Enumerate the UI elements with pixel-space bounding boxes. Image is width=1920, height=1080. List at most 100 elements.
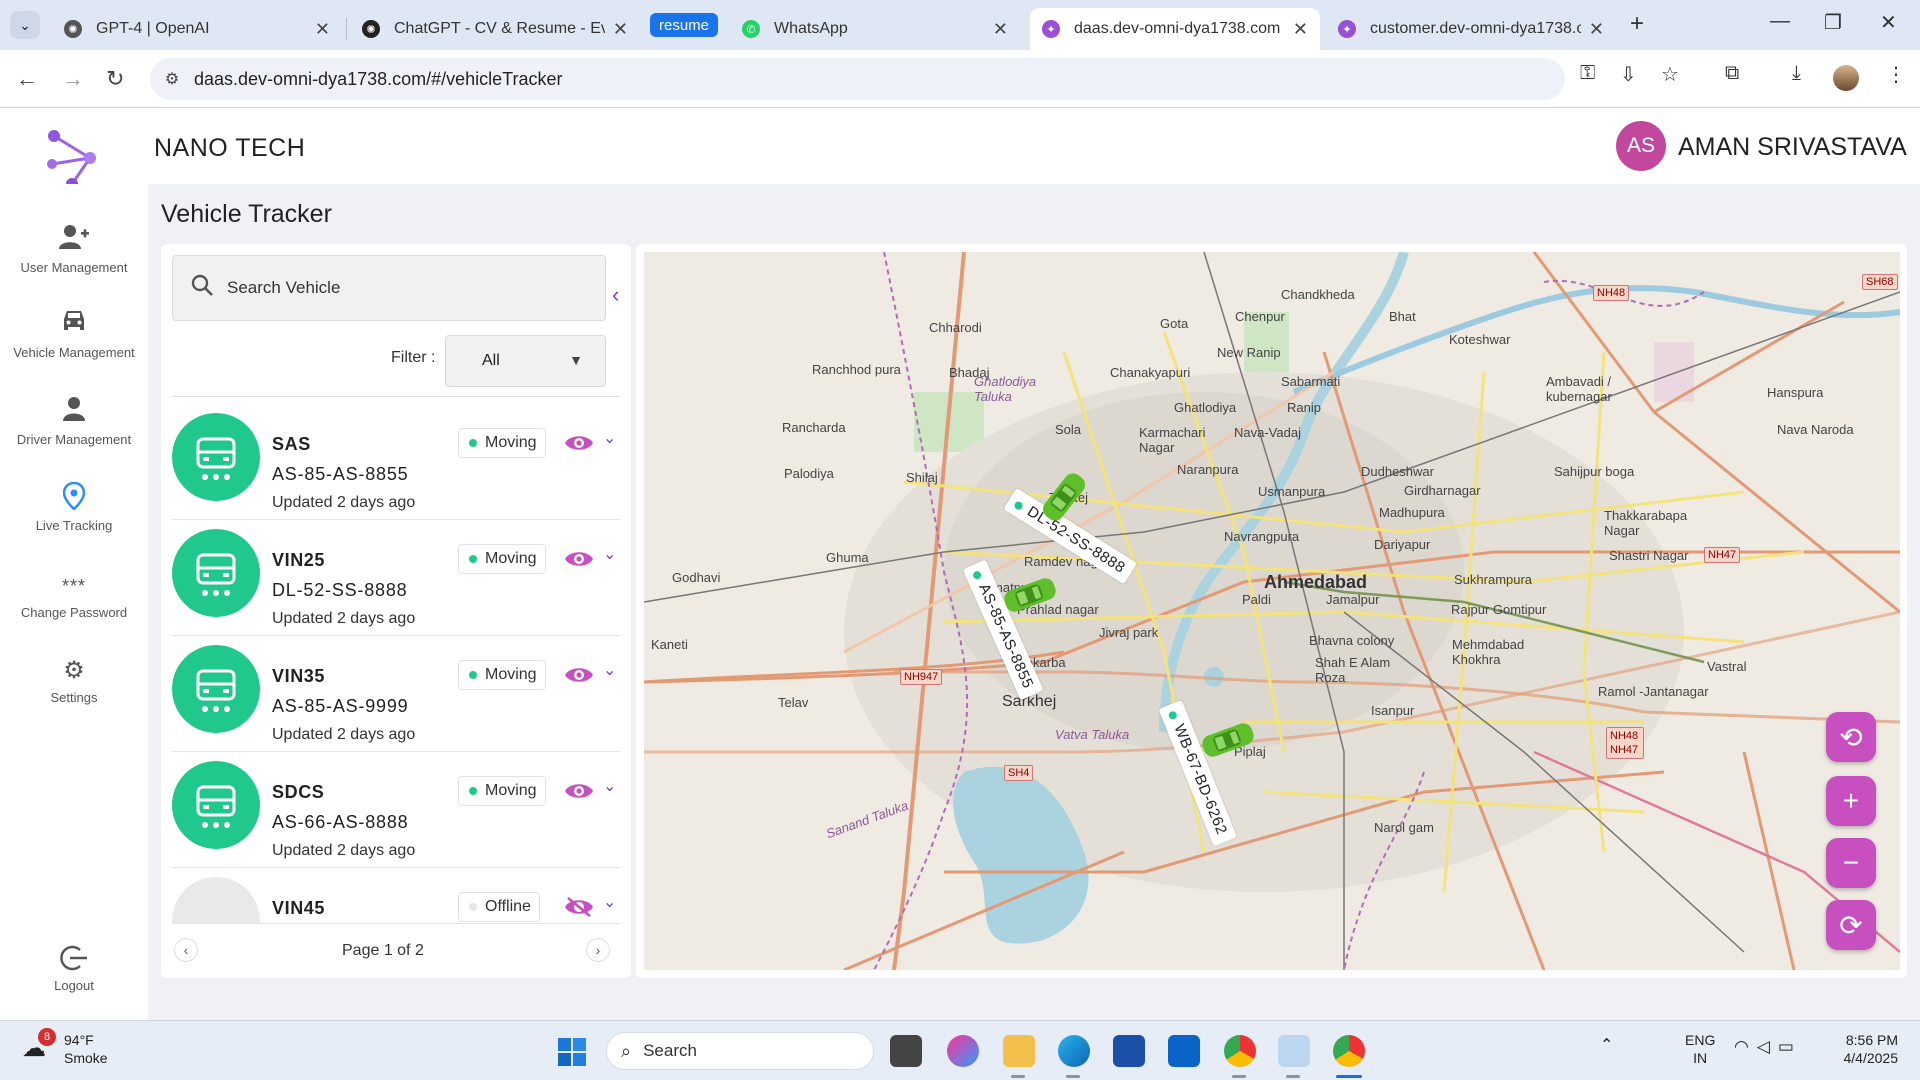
sidebar-item-live-tracking[interactable]: Live Tracking: [0, 481, 148, 552]
eye-icon[interactable]: [564, 432, 594, 454]
status-text: Moving: [485, 666, 537, 683]
taskbar-search[interactable]: ⌕ Search: [606, 1032, 874, 1070]
minimize-icon[interactable]: —: [1770, 10, 1790, 33]
zoom-out-icon[interactable]: −: [1826, 838, 1876, 888]
temperature: 94°F: [64, 1032, 94, 1048]
url-bar[interactable]: ⚙ daas.dev-omni-dya1738.com/#/vehicleTra…: [150, 58, 1565, 100]
reload-icon[interactable]: ↻: [106, 66, 124, 92]
map-panel: Chandkheda Chenpur Bhat Koteshwar Gota C…: [636, 244, 1907, 978]
vehicle-row[interactable]: SAS AS-85-AS-8855 Updated 2 days ago Mov…: [172, 404, 620, 520]
vehicle-row[interactable]: SDCS AS-66-AS-8888 Updated 2 days ago Mo…: [172, 752, 620, 868]
chevron-down-icon[interactable]: ⌄: [603, 892, 616, 912]
chevron-down-icon[interactable]: ⌄: [603, 660, 616, 680]
weather-widget[interactable]: ☁ 8 94°F Smoke: [22, 1028, 108, 1067]
password-icon: ***: [61, 576, 86, 596]
extensions-icon[interactable]: ⧉: [1725, 62, 1739, 85]
tab-group-resume[interactable]: resume: [650, 13, 719, 37]
sidebar-item-driver-management[interactable]: Driver Management: [0, 396, 148, 466]
browser-tab[interactable]: ✺ GPT-4 | OpenAI ✕: [52, 8, 342, 50]
tab-list-button[interactable]: ⌄: [10, 11, 40, 39]
sidebar-item-change-password[interactable]: *** Change Password: [0, 569, 148, 639]
windows-start-icon[interactable]: [557, 1037, 587, 1067]
bookmark-star-icon[interactable]: ☆: [1661, 62, 1679, 87]
user-avatar[interactable]: AS: [1616, 121, 1666, 171]
eye-icon[interactable]: [564, 780, 594, 802]
eye-icon[interactable]: [564, 664, 594, 686]
sidebar-item-user-management[interactable]: User Management: [0, 224, 148, 294]
map-label: Girdharnagar: [1404, 483, 1481, 498]
close-icon[interactable]: ✕: [1293, 19, 1308, 40]
copilot-icon[interactable]: [947, 1035, 979, 1067]
chevron-down-icon[interactable]: ⌄: [603, 776, 616, 796]
map-label: New Ranip: [1217, 345, 1281, 360]
site-settings-icon[interactable]: ⚙: [150, 69, 194, 89]
close-icon[interactable]: ✕: [1589, 19, 1604, 40]
wifi-icon[interactable]: ◠: [1734, 1037, 1757, 1056]
install-app-icon[interactable]: ⇩: [1620, 62, 1637, 87]
map-label: Shastri Nagar: [1609, 548, 1689, 563]
battery-icon[interactable]: ▭: [1778, 1037, 1802, 1056]
vehicle-updated: Updated 2 days ago: [272, 494, 416, 511]
browser-tab[interactable]: ✺ ChatGPT - CV & Resume - Evalu ✕: [350, 8, 640, 50]
chevron-down-icon[interactable]: ⌄: [603, 544, 616, 564]
outlook-icon[interactable]: [1168, 1035, 1200, 1067]
map-label: Telav: [778, 695, 809, 710]
zoom-in-icon[interactable]: +: [1826, 776, 1876, 826]
browser-tab[interactable]: ✦ customer.dev-omni-dya1738.co ✕: [1326, 8, 1616, 50]
close-icon[interactable]: ✕: [315, 19, 330, 40]
task-view-icon[interactable]: [890, 1035, 922, 1067]
clock[interactable]: 8:56 PM 4/4/2025: [1838, 1031, 1899, 1067]
sidebar-item-label: Vehicle Management: [13, 345, 135, 360]
logout-button[interactable]: Logout: [0, 944, 148, 993]
language-indicator[interactable]: ENG IN: [1685, 1031, 1715, 1067]
close-icon[interactable]: ✕: [613, 19, 628, 40]
system-tray[interactable]: ◠◁▭: [1734, 1037, 1802, 1057]
downloads-icon[interactable]: ⤓: [1792, 62, 1801, 85]
chevron-down-icon[interactable]: ⌄: [603, 428, 616, 448]
chrome-profile-icon[interactable]: [1333, 1035, 1365, 1067]
vehicle-row[interactable]: VIN25 DL-52-SS-8888 Updated 2 days ago M…: [172, 520, 620, 636]
sidebar-item-vehicle-management[interactable]: Vehicle Management: [0, 309, 148, 379]
map-label: Ranip: [1287, 400, 1321, 415]
browser-tab[interactable]: ✆ WhatsApp ✕: [730, 8, 1020, 50]
date: 4/4/2025: [1843, 1050, 1899, 1066]
file-explorer-icon[interactable]: [1003, 1035, 1035, 1067]
close-icon[interactable]: ✕: [993, 19, 1008, 40]
map-canvas[interactable]: Chandkheda Chenpur Bhat Koteshwar Gota C…: [644, 252, 1900, 970]
store-icon[interactable]: [1113, 1035, 1145, 1067]
person-icon: [0, 396, 148, 430]
edge-icon[interactable]: [1058, 1035, 1090, 1067]
collapse-panel-icon[interactable]: ‹: [612, 282, 619, 308]
vehicle-plate: AS-85-AS-9999: [272, 696, 409, 716]
menu-icon[interactable]: ⋮: [1886, 62, 1906, 87]
prev-page-button[interactable]: ‹: [174, 938, 198, 962]
search-input[interactable]: Search Vehicle: [172, 255, 606, 321]
back-icon[interactable]: ←: [16, 66, 38, 92]
tray-overflow-icon[interactable]: ⌃: [1600, 1035, 1613, 1055]
new-tab-button[interactable]: +: [1630, 10, 1644, 38]
password-key-icon[interactable]: ⚿: [1580, 62, 1595, 85]
vehicle-plate: DL-52-SS-8888: [272, 580, 408, 600]
vehicle-row[interactable]: VIN35 AS-85-AS-9999 Updated 2 days ago M…: [172, 636, 620, 752]
rotate-icon[interactable]: ⟳: [1826, 900, 1876, 950]
eye-icon[interactable]: [564, 548, 594, 570]
browser-tab-active[interactable]: ✦ daas.dev-omni-dya1738.com ✕: [1030, 8, 1320, 50]
chrome-icon[interactable]: [1224, 1035, 1256, 1067]
sidebar-item-settings[interactable]: ⚙ Settings: [0, 654, 148, 724]
map-label: Sabarmati: [1281, 374, 1341, 389]
close-window-icon[interactable]: ✕: [1880, 10, 1897, 35]
eye-off-icon[interactable]: [564, 896, 594, 918]
page-indicator: Page 1 of 2: [342, 942, 424, 959]
user-name[interactable]: AMAN SRIVASTAVA: [1678, 133, 1907, 162]
vehicle-row[interactable]: VIN45 Offline ⌄: [172, 868, 620, 924]
filter-select[interactable]: All ▼: [445, 335, 606, 387]
restore-icon[interactable]: ❐: [1824, 10, 1842, 35]
forward-icon[interactable]: →: [62, 66, 84, 92]
app-window-icon[interactable]: [1278, 1035, 1310, 1067]
next-page-button[interactable]: ›: [586, 938, 610, 962]
volume-icon[interactable]: ◁: [1757, 1037, 1778, 1056]
tab-title: ChatGPT - CV & Resume - Evalu: [394, 20, 605, 37]
tab-title: daas.dev-omni-dya1738.com: [1074, 20, 1281, 37]
reset-north-icon[interactable]: ⟲: [1826, 712, 1876, 762]
profile-avatar[interactable]: [1833, 65, 1859, 91]
